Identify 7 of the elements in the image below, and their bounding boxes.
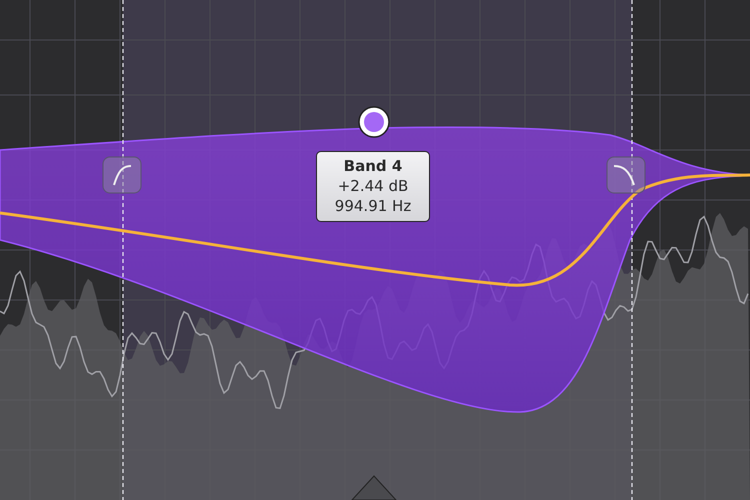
band-title: Band 4 xyxy=(342,156,404,176)
high-cut-handle[interactable] xyxy=(606,156,646,194)
band-node[interactable] xyxy=(358,106,390,138)
band-marker[interactable] xyxy=(350,475,398,500)
band-gain: +2.44 dB xyxy=(336,176,410,196)
band-frequency: 994.91 Hz xyxy=(334,196,412,216)
low-cut-handle[interactable] xyxy=(102,156,142,194)
